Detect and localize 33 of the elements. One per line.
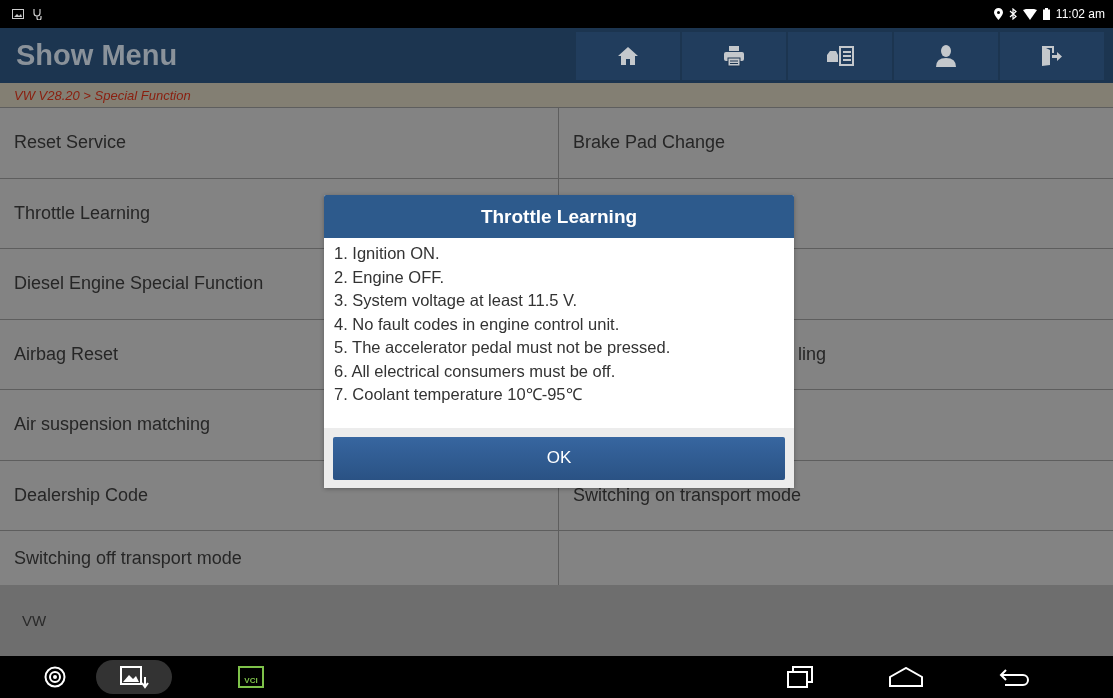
screenshot-button[interactable] xyxy=(96,660,172,694)
home-icon xyxy=(617,45,639,66)
stethoscope-icon xyxy=(32,8,44,20)
dialog-title: Throttle Learning xyxy=(324,195,794,238)
back-icon[interactable] xyxy=(999,667,1031,687)
picture-download-icon xyxy=(119,665,149,689)
menu-item[interactable]: Reset Service xyxy=(0,108,558,178)
vci-icon[interactable]: VCI xyxy=(238,666,264,688)
wifi-icon xyxy=(1022,8,1037,20)
car-list-icon xyxy=(826,45,854,66)
battery-icon xyxy=(1042,8,1050,20)
vehicle-list-button[interactable] xyxy=(788,31,892,80)
printer-icon xyxy=(723,44,745,67)
home-button[interactable] xyxy=(576,31,680,80)
user-button[interactable] xyxy=(894,31,998,80)
recent-apps-icon[interactable] xyxy=(787,666,813,688)
page-title: Show Menu xyxy=(16,39,178,72)
image-icon xyxy=(12,9,24,19)
menu-item[interactable]: Brake Pad Change xyxy=(559,108,1113,178)
person-icon xyxy=(936,44,956,67)
instruction-text: 2. Engine OFF. xyxy=(334,266,446,288)
location-icon xyxy=(993,8,1003,20)
menu-item[interactable]: Switching off transport mode xyxy=(0,531,558,585)
print-button[interactable] xyxy=(682,31,786,80)
ok-button[interactable]: OK xyxy=(333,436,785,480)
status-time: 11:02 am xyxy=(1055,7,1105,21)
browser-icon[interactable] xyxy=(44,666,66,688)
exit-icon xyxy=(1041,44,1063,67)
exit-button[interactable] xyxy=(1000,31,1104,80)
home-icon[interactable] xyxy=(889,667,923,687)
breadcrumb: VW V28.20 > Special Function xyxy=(14,87,191,103)
bluetooth-icon xyxy=(1008,8,1017,20)
footer-label: VW xyxy=(22,612,47,629)
